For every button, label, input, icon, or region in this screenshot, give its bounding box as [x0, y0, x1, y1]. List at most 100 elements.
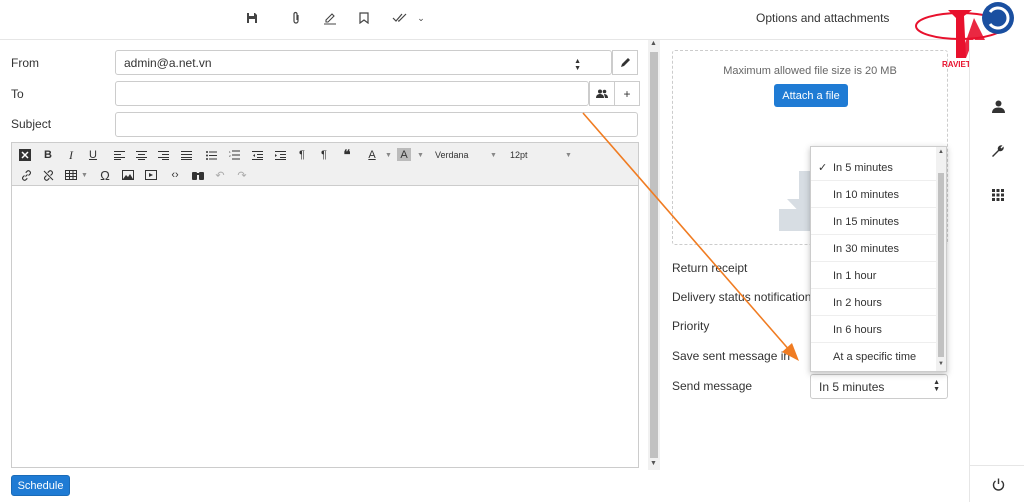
align-justify-icon[interactable] — [177, 147, 195, 163]
person-icon[interactable] — [988, 96, 1008, 116]
plain-text-icon[interactable] — [16, 147, 34, 163]
dropdown-item[interactable]: In 1 hour — [811, 262, 938, 289]
options-title: Options and attachments — [756, 11, 890, 25]
plus-icon: + — [623, 86, 631, 101]
priority-label: Priority — [672, 319, 710, 333]
scroll-up-icon[interactable]: ▲ — [938, 149, 944, 155]
blockquote-icon[interactable]: ❝ — [338, 147, 356, 163]
dropdown-item-label: In 5 minutes — [833, 162, 893, 174]
to-input[interactable]: + — [115, 81, 640, 106]
people-icon — [596, 89, 608, 98]
scrollbar-thumb[interactable] — [650, 52, 658, 458]
dropdown-item[interactable]: At a specific time — [811, 343, 938, 370]
italic-icon[interactable]: I — [62, 147, 80, 163]
select-arrows-icon: ▲ ▼ — [574, 58, 581, 72]
to-label: To — [11, 87, 24, 101]
from-label: From — [11, 56, 39, 70]
contacts-button[interactable] — [589, 81, 615, 106]
align-right-icon[interactable] — [154, 147, 172, 163]
outdent-icon[interactable] — [248, 147, 266, 163]
message-editor[interactable]: B I U 12 ¶ ¶ ❝ A ▼ A ▼ Verdana ▼ 12pt ▼ … — [11, 142, 639, 468]
bold-icon[interactable]: B — [39, 147, 57, 163]
send-time-dropdown[interactable]: ✓ In 5 minutes In 10 minutes In 15 minut… — [810, 146, 947, 372]
font-family-select[interactable]: Verdana — [435, 150, 469, 160]
underline-icon[interactable]: U — [84, 147, 102, 163]
dropdown-scrollbar[interactable]: ▲ ▼ — [936, 147, 946, 371]
dropdown-item[interactable]: In 2 hours — [811, 289, 938, 316]
dropdown-item[interactable]: In 6 hours — [811, 316, 938, 343]
dropdown-item-label: In 2 hours — [833, 297, 882, 309]
background-color-icon[interactable]: A — [397, 148, 411, 161]
paperclip-icon[interactable] — [285, 8, 307, 28]
dropdown-item[interactable]: ✓ In 5 minutes — [811, 154, 938, 181]
media-icon[interactable] — [142, 167, 160, 183]
dropdown-item-label: In 10 minutes — [833, 189, 900, 201]
align-left-icon[interactable] — [110, 147, 128, 163]
chevron-down-icon[interactable]: ▼ — [385, 152, 392, 159]
subject-input[interactable] — [115, 112, 638, 137]
dropdown-item-label: In 15 minutes — [833, 216, 900, 228]
check-icon: ✓ — [818, 162, 828, 174]
dropdown-item[interactable]: In 30 minutes — [811, 235, 938, 262]
add-recipient-button[interactable]: + — [614, 81, 640, 106]
from-select[interactable]: admin@a.net.vn ▲ ▼ — [115, 50, 638, 75]
max-size-text: Maximum allowed file size is 20 MB — [723, 65, 897, 77]
send-message-value: In 5 minutes — [819, 380, 885, 394]
pencil-icon — [620, 58, 630, 67]
image-icon[interactable] — [119, 167, 137, 183]
ltr-icon[interactable]: ¶ — [293, 147, 311, 163]
bullet-list-icon[interactable] — [202, 147, 220, 163]
chevron-down-icon[interactable]: ▼ — [565, 152, 572, 159]
attach-file-button[interactable]: Attach a file — [774, 84, 848, 107]
link-icon[interactable] — [17, 167, 35, 183]
dropdown-item-label: In 6 hours — [833, 324, 882, 336]
table-icon[interactable] — [62, 167, 80, 183]
dropdown-item[interactable]: In 15 minutes — [811, 208, 938, 235]
scroll-down-icon[interactable]: ▼ — [938, 361, 944, 367]
send-message-label: Send message — [672, 379, 753, 393]
svg-text:2: 2 — [229, 154, 231, 158]
select-arrows-icon: ▲ ▼ — [933, 379, 940, 393]
logout-area — [970, 465, 1024, 502]
unlink-icon[interactable] — [39, 167, 57, 183]
signature-icon[interactable] — [319, 8, 341, 28]
find-replace-icon[interactable] — [189, 167, 207, 183]
bookmark-icon[interactable] — [353, 8, 375, 28]
scroll-up-icon[interactable]: ▲ — [650, 40, 657, 47]
apps-grid-icon[interactable] — [988, 185, 1008, 205]
chevron-down-icon[interactable]: ▼ — [490, 152, 497, 159]
redo-icon[interactable]: ↷ — [233, 167, 251, 183]
edit-identity-button[interactable] — [612, 50, 638, 75]
numbered-list-icon[interactable]: 12 — [225, 147, 243, 163]
dropdown-item-label: At a specific time — [833, 351, 917, 363]
delivery-status-label: Delivery status notification — [672, 290, 812, 304]
scroll-down-icon[interactable]: ▼ — [650, 460, 657, 467]
chevron-down-icon[interactable]: ▼ — [81, 172, 88, 179]
power-icon[interactable] — [988, 474, 1008, 494]
align-center-icon[interactable] — [132, 147, 150, 163]
schedule-button[interactable]: Schedule — [11, 475, 70, 496]
save-icon[interactable] — [241, 8, 263, 28]
scrollbar-thumb[interactable] — [938, 173, 944, 357]
chevron-down-icon[interactable]: ⌄ — [410, 8, 432, 28]
dropdown-item-label: In 1 hour — [833, 270, 877, 282]
source-code-icon[interactable]: ‹› — [166, 167, 184, 183]
from-value: admin@a.net.vn — [124, 56, 212, 70]
return-receipt-label: Return receipt — [672, 261, 748, 275]
right-sidebar — [969, 40, 1024, 502]
rtl-icon[interactable]: ¶ — [315, 147, 333, 163]
font-size-select[interactable]: 12pt — [510, 150, 528, 160]
scrollbar[interactable]: ▲ ▼ — [648, 40, 660, 470]
indent-icon[interactable] — [271, 147, 289, 163]
save-sent-label: Save sent message in — [672, 349, 791, 363]
dropdown-item[interactable]: In 10 minutes — [811, 181, 938, 208]
subject-label: Subject — [11, 117, 52, 131]
undo-icon[interactable]: ↶ — [211, 167, 229, 183]
special-char-icon[interactable]: Ω — [96, 167, 114, 183]
double-check-icon[interactable] — [389, 8, 411, 28]
send-message-select[interactable]: In 5 minutes ▲ ▼ — [810, 374, 948, 399]
editor-toolbar: B I U 12 ¶ ¶ ❝ A ▼ A ▼ Verdana ▼ 12pt ▼ … — [12, 143, 638, 186]
wrench-icon[interactable] — [988, 141, 1008, 161]
text-color-icon[interactable]: A — [363, 147, 381, 163]
chevron-down-icon[interactable]: ▼ — [417, 152, 424, 159]
